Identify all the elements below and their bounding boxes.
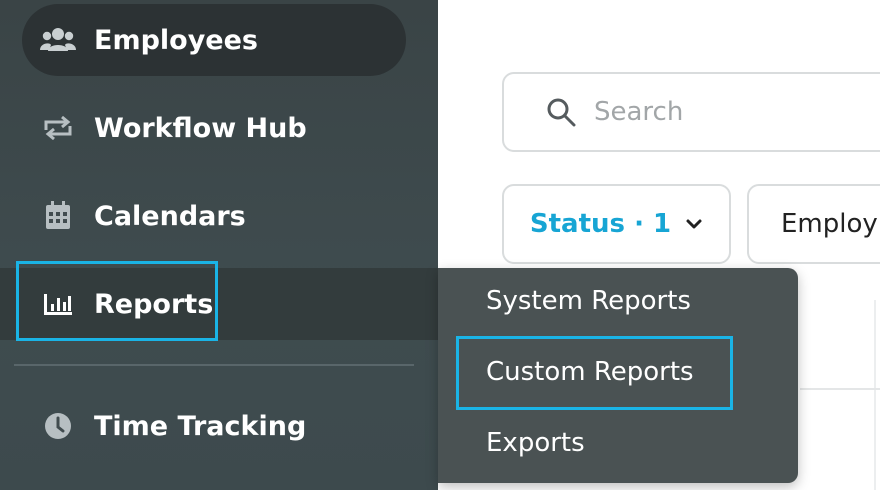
repeat-icon [40, 110, 76, 146]
sidebar-item-label: Calendars [94, 200, 246, 232]
employee-filter-label: Employ [781, 209, 878, 239]
sidebar-item-workflow-hub[interactable]: Workflow Hub [22, 92, 406, 164]
reports-highlight-box [16, 261, 218, 341]
sidebar-divider [14, 364, 414, 366]
sidebar: Employees Workflow Hub Calendars Reports… [0, 0, 438, 490]
sidebar-item-calendars[interactable]: Calendars [22, 180, 406, 252]
menu-item-system-reports[interactable]: System Reports [486, 286, 691, 316]
calendar-icon [40, 198, 76, 234]
search-box[interactable] [502, 72, 880, 152]
status-filter-button[interactable]: Status · 1 [502, 184, 731, 264]
table-column-divider [874, 300, 876, 490]
search-icon [547, 98, 576, 127]
sidebar-item-employees[interactable]: Employees [22, 4, 406, 76]
search-input[interactable] [594, 97, 880, 127]
menu-item-exports[interactable]: Exports [486, 428, 585, 458]
sidebar-item-time-tracking[interactable]: Time Tracking [22, 390, 406, 462]
clock-icon [40, 408, 76, 444]
sidebar-item-label: Time Tracking [94, 410, 307, 442]
chevron-down-icon [686, 219, 702, 229]
employee-filter-button[interactable]: Employ [747, 184, 880, 264]
table-row-divider [800, 388, 880, 390]
sidebar-item-label: Employees [94, 24, 259, 56]
users-icon [40, 22, 76, 58]
custom-reports-highlight-box [456, 336, 733, 410]
sidebar-item-label: Workflow Hub [94, 112, 307, 144]
status-filter-label: Status · 1 [529, 209, 672, 239]
